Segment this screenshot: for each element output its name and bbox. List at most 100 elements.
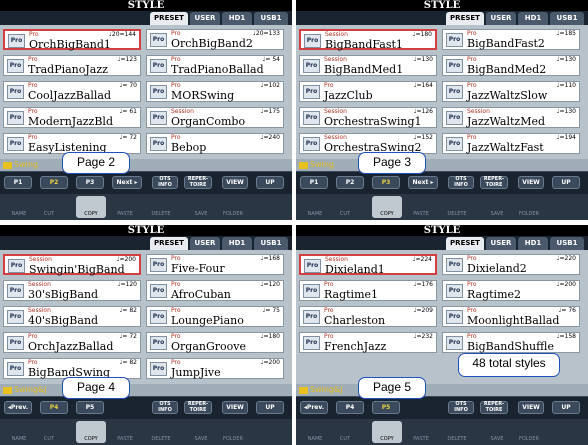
style-item[interactable]: Pro Session ♩=130 BigBandMed1 [299,55,437,76]
style-item[interactable]: Pro Pro ♩= 70 CoolJazzBallad [3,81,141,102]
function-cut-button[interactable]: CUT [330,421,360,443]
tab-user[interactable]: USER [486,237,516,250]
tab-preset[interactable]: PRESET [150,12,188,25]
function-paste-button[interactable]: PASTE [406,196,436,218]
function-folder-button[interactable]: FOLDER [514,196,544,218]
style-item[interactable]: Pro Session ♩= 82 40'sBigBand [3,306,141,327]
style-item[interactable]: Pro Session ♩=130 JazzWaltzMed [442,107,580,128]
style-item[interactable]: Pro Pro ♩= 61 ModernJazzBld [3,107,141,128]
up-button[interactable]: UP [256,176,284,189]
style-item[interactable]: Pro Session ♩=180 BigBandFast1 [299,29,437,51]
tab-preset[interactable]: PRESET [150,237,188,250]
style-item[interactable]: Pro Pro ♩=176 Ragtime1 [299,280,437,301]
function-save-button[interactable]: SAVE [482,421,512,443]
repertoire-button[interactable]: REPER- TOIRE [184,401,212,414]
style-item[interactable]: Pro Pro ♩=164 JazzClub [299,81,437,102]
page-button-3[interactable]: P3 [372,176,400,189]
tab-preset[interactable]: PRESET [446,237,484,250]
style-item[interactable]: Pro Session ♩=224 Dixieland1 [299,254,437,276]
ots-info-button[interactable]: OTS INFO [448,401,474,414]
style-item[interactable]: Pro Pro ♩=120 AfroCuban [146,280,284,301]
view-button[interactable]: VIEW [222,401,248,414]
folder-path[interactable]: Swing [296,159,588,171]
up-button[interactable]: UP [552,401,580,414]
function-delete-button[interactable]: DELETE [146,196,176,218]
view-button[interactable]: VIEW [518,401,544,414]
function-delete-button[interactable]: DELETE [146,421,176,443]
function-copy-button[interactable]: COPY [372,421,402,443]
function-copy-button[interactable]: COPY [76,421,106,443]
page-button-2[interactable]: P4 [336,401,364,414]
repertoire-button[interactable]: REPER- TOIRE [184,176,212,189]
function-folder-button[interactable]: FOLDER [218,421,248,443]
style-item[interactable]: Pro Pro ♩=194 JazzWaltzFast [442,133,580,154]
repertoire-button[interactable]: REPER- TOIRE [480,176,508,189]
folder-path[interactable]: Swing&J [0,384,292,396]
page-button-3[interactable]: P5 [76,401,104,414]
function-paste-button[interactable]: PASTE [110,421,140,443]
tab-usb1[interactable]: USB1 [550,12,584,25]
style-item[interactable]: Pro Pro ♩=102 MORSwing [146,81,284,102]
page-button-3[interactable]: P5 [372,401,400,414]
page-button-4[interactable]: Next ▸ [112,176,142,189]
style-item[interactable]: Pro Pro ♩=158 BigBandShuffle [442,332,580,353]
style-item[interactable]: Pro Pro ♩=240 Bebop [146,133,284,154]
style-item[interactable]: Pro Session ♩=200 Swingin'BigBand [3,254,141,276]
style-item[interactable]: Pro Session ♩=120 30'sBigBand [3,280,141,301]
page-button-1[interactable]: P1 [300,176,328,189]
tab-hd1[interactable]: HD1 [222,12,252,25]
function-delete-button[interactable]: DELETE [442,196,472,218]
style-item[interactable]: Pro Pro ♩= 72 EasyListening [3,133,141,154]
up-button[interactable]: UP [552,176,580,189]
tab-hd1[interactable]: HD1 [518,12,548,25]
tab-hd1[interactable]: HD1 [222,237,252,250]
page-button-2[interactable]: P2 [40,176,68,189]
style-item[interactable]: Pro Pro ♩=130 BigBandMed2 [442,55,580,76]
page-button-2[interactable]: P2 [336,176,364,189]
page-button-4[interactable]: Next ▸ [408,176,438,189]
ots-info-button[interactable]: OTS INFO [152,401,178,414]
style-item[interactable]: Pro Pro ♩=185 BigBandFast2 [442,29,580,50]
page-button-1[interactable]: P1 [4,176,32,189]
style-item[interactable]: Pro Pro ♩=200 Ragtime2 [442,280,580,301]
function-paste-button[interactable]: PASTE [406,421,436,443]
function-cut-button[interactable]: CUT [330,196,360,218]
function-name-button[interactable]: NAME [4,196,34,218]
page-button-1[interactable]: ◂Prev. [4,401,32,414]
tab-usb1[interactable]: USB1 [254,237,288,250]
style-item[interactable]: Pro Pro ♩=200 JumpJive [146,358,284,379]
style-item[interactable]: Pro Session ♩=126 OrchestraSwing1 [299,107,437,128]
style-item[interactable]: Pro Pro ♩= 76 MoonlightBallad [442,306,580,327]
view-button[interactable]: VIEW [518,176,544,189]
tab-usb1[interactable]: USB1 [254,12,288,25]
style-item[interactable]: Pro Pro ♩= 54 TradPianoBallad [146,55,284,76]
ots-info-button[interactable]: OTS INFO [448,176,474,189]
function-copy-button[interactable]: COPY [76,196,106,218]
style-item[interactable]: Pro Session ♩=152 OrchestraSwing2 [299,133,437,154]
function-save-button[interactable]: SAVE [186,421,216,443]
style-item[interactable]: Pro Pro ♩=220 Dixieland2 [442,254,580,275]
tab-usb1[interactable]: USB1 [550,237,584,250]
folder-path[interactable]: Swing [0,159,292,171]
style-item[interactable]: Pro Pro ♩20=144 OrchBigBand1 [3,29,141,51]
function-folder-button[interactable]: FOLDER [514,421,544,443]
style-item[interactable]: Pro Session ♩=175 OrganCombo [146,107,284,128]
function-copy-button[interactable]: COPY [372,196,402,218]
repertoire-button[interactable]: REPER- TOIRE [480,401,508,414]
tab-user[interactable]: USER [486,12,516,25]
style-item[interactable]: Pro Pro ♩= 72 OrchJazzBallad [3,332,141,353]
function-name-button[interactable]: NAME [300,421,330,443]
page-button-1[interactable]: ◂Prev. [300,401,328,414]
style-item[interactable]: Pro Pro ♩=110 JazzWaltzSlow [442,81,580,102]
page-button-2[interactable]: P4 [40,401,68,414]
function-save-button[interactable]: SAVE [482,196,512,218]
function-folder-button[interactable]: FOLDER [218,196,248,218]
function-name-button[interactable]: NAME [300,196,330,218]
function-paste-button[interactable]: PASTE [110,196,140,218]
up-button[interactable]: UP [256,401,284,414]
style-item[interactable]: Pro Pro ♩=123 TradPianoJazz [3,55,141,76]
tab-user[interactable]: USER [190,12,220,25]
style-item[interactable]: Pro Pro ♩20=133 OrchBigBand2 [146,29,284,50]
function-name-button[interactable]: NAME [4,421,34,443]
style-item[interactable]: Pro Pro ♩=180 OrganGroove [146,332,284,353]
